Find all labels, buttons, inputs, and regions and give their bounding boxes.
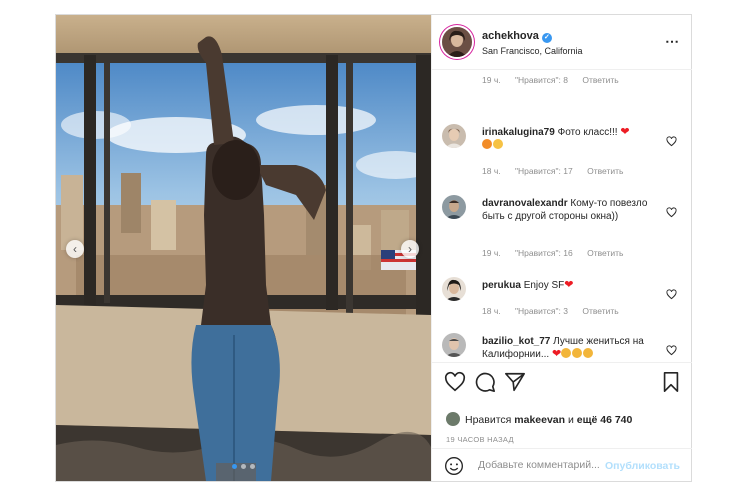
add-comment-bar: Опубликовать (432, 448, 692, 483)
comment-like-heart-icon[interactable] (666, 134, 677, 147)
author-username-text[interactable]: achekhova (482, 30, 539, 42)
comment-text: Фото класс!!! (557, 127, 618, 138)
emoji-icon (561, 348, 572, 358)
comment-input[interactable] (476, 458, 610, 472)
comment-time[interactable]: 18 ч. (482, 306, 501, 316)
red-heart-emoji-icon: ❤ (564, 279, 574, 291)
save-bookmark-icon[interactable] (660, 371, 682, 393)
comment-time[interactable]: 19 ч. (482, 248, 501, 258)
comment-meta: 18 ч. "Нравится": 3 Ответить (482, 306, 631, 316)
red-heart-emoji-icon: ❤ (620, 126, 630, 138)
carousel-dot (232, 464, 237, 469)
like-heart-icon[interactable] (444, 371, 466, 393)
comment-like-count[interactable]: "Нравится": 16 (515, 248, 573, 258)
carousel-dot (241, 464, 246, 469)
commenter-username[interactable]: irinakalugina79 (482, 127, 555, 138)
post-actions: Нравится makeevan и ещё 46 740 19 ЧАСОВ … (432, 362, 692, 483)
red-heart-emoji-icon: ❤ (551, 348, 562, 360)
comment-like-heart-icon[interactable] (666, 205, 677, 218)
comment-like-count[interactable]: "Нравится": 8 (515, 75, 568, 85)
carousel-dots (232, 464, 255, 469)
liker-avatar[interactable] (446, 412, 460, 426)
commenter-avatar[interactable] (442, 195, 466, 219)
comment-body: bazilio_kot_77 Лучше жениться на Калифор… (482, 335, 650, 361)
photo-window-scene (56, 15, 431, 481)
liker-username[interactable]: makeevan (514, 414, 565, 426)
post-header: achekhova ✓ San Francisco, California ⋯ (432, 15, 692, 70)
commenter-avatar[interactable] (442, 124, 466, 148)
publish-button[interactable]: Опубликовать (605, 460, 680, 472)
author-username[interactable]: achekhova ✓ (482, 30, 552, 43)
reply-button[interactable]: Ответить (582, 75, 618, 85)
verified-badge-icon: ✓ (541, 33, 552, 43)
comment-time[interactable]: 18 ч. (482, 166, 501, 176)
likes-count-link[interactable]: ещё 46 740 (577, 414, 633, 426)
comments-list: 19 ч. "Нравится": 8 Ответить irinakalugi… (432, 70, 692, 362)
share-send-icon[interactable] (504, 371, 526, 393)
reply-button[interactable]: Ответить (582, 306, 618, 316)
instagram-post: ‹ › achekhova ✓ San Francisco, California… (55, 14, 692, 482)
heart-eyes-emoji-icon (493, 139, 503, 149)
comment-like-heart-icon[interactable] (666, 287, 677, 300)
comment-meta: 19 ч. "Нравится": 16 Ответить (482, 248, 635, 258)
commenter-username[interactable]: perukua (482, 280, 521, 291)
fire-emoji-icon (482, 139, 492, 149)
carousel-next-button[interactable]: › (401, 240, 419, 258)
likes-conjunction: и (567, 414, 574, 426)
more-options-icon[interactable]: ⋯ (665, 33, 680, 50)
comment-meta: 19 ч. "Нравится": 8 Ответить (482, 75, 631, 85)
commenter-username[interactable]: davranovalexandr (482, 198, 568, 209)
post-location[interactable]: San Francisco, California (482, 46, 583, 56)
author-avatar[interactable] (442, 27, 472, 57)
emoji-smile-icon[interactable] (444, 456, 464, 476)
comment-body: davranovalexandr Кому-то повезло быть с … (482, 197, 650, 223)
emoji-icon (572, 348, 583, 358)
post-sidebar: achekhova ✓ San Francisco, California ⋯ 1… (431, 15, 692, 481)
comment-bubble-icon[interactable] (474, 371, 496, 393)
reply-button[interactable]: Ответить (587, 248, 623, 258)
comment-text: Enjoy SF (523, 280, 565, 291)
likes-prefix: Нравится (465, 414, 512, 426)
commenter-avatar[interactable] (442, 277, 466, 301)
comment-like-count[interactable]: "Нравится": 17 (515, 166, 573, 176)
comment-body: irinakalugina79 Фото класс!!! ❤ (482, 126, 650, 152)
carousel-dot (250, 464, 255, 469)
likes-summary: Нравится makeevan и ещё 46 740 (446, 412, 632, 426)
comment-body: perukua Enjoy SF❤ (482, 279, 650, 292)
post-photo[interactable]: ‹ › (56, 15, 431, 481)
comment-time[interactable]: 19 ч. (482, 75, 501, 85)
comment-like-count[interactable]: "Нравится": 3 (515, 306, 568, 316)
commenter-avatar[interactable] (442, 333, 466, 357)
reply-button[interactable]: Ответить (587, 166, 623, 176)
emoji-icon (583, 348, 594, 358)
carousel-prev-button[interactable]: ‹ (66, 240, 84, 258)
commenter-username[interactable]: bazilio_kot_77 (482, 336, 550, 347)
post-timestamp[interactable]: 19 ЧАСОВ НАЗАД (446, 435, 514, 444)
comment-meta: 18 ч. "Нравится": 17 Ответить (482, 166, 635, 176)
comment-like-heart-icon[interactable] (666, 343, 677, 356)
